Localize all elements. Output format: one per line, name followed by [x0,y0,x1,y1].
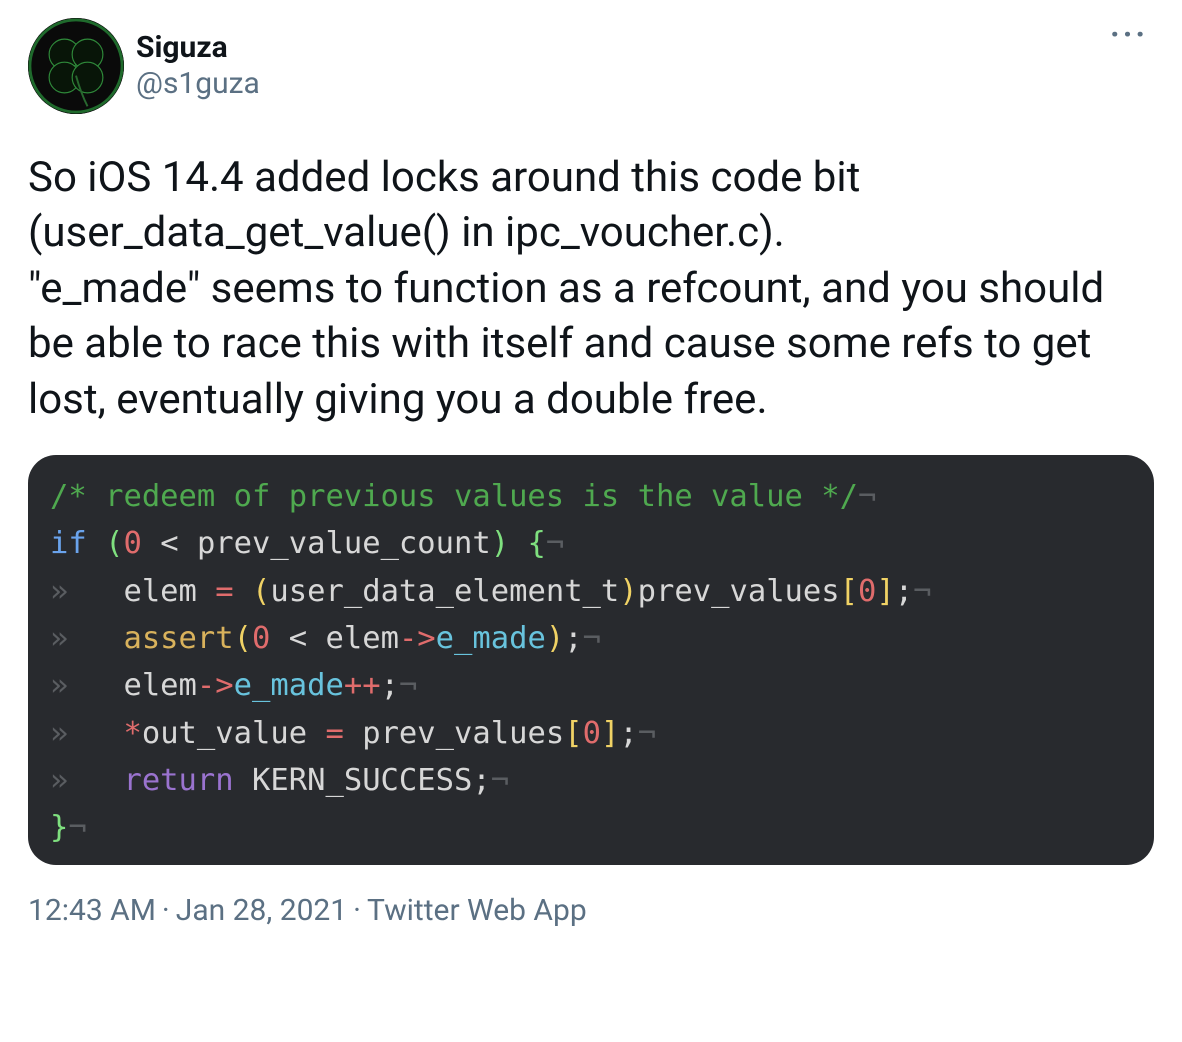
code-line-8: }¬ [50,804,1132,851]
tweet-time[interactable]: 12:43 AM [28,893,156,928]
avatar-image [28,18,124,114]
user-block[interactable]: Siguza @s1guza [28,18,260,114]
separator-dot: · [156,893,176,928]
code-line-1: /* redeem of previous values is the valu… [50,473,1132,520]
code-line-6: » *out_value = prev_values[0];¬ [50,710,1132,757]
more-button[interactable]: ··· [1104,24,1154,44]
separator-dot: · [347,893,367,928]
code-line-4: » assert(0 < elem->e_made);¬ [50,615,1132,662]
display-name[interactable]: Siguza [136,30,260,66]
code-line-3: » elem = (user_data_element_t)prev_value… [50,568,1132,615]
avatar[interactable] [28,18,124,114]
tweet-header: Siguza @s1guza ··· [28,18,1154,114]
code-line-5: » elem->e_made++;¬ [50,662,1132,709]
user-handle[interactable]: @s1guza [136,66,260,102]
code-line-2: if (0 < prev_value_count) {¬ [50,520,1132,567]
tweet-meta: 12:43 AM·Jan 28, 2021·Twitter Web App [28,893,1154,928]
tweet-text: So iOS 14.4 added locks around this code… [28,150,1154,427]
code-line-7: » return KERN_SUCCESS;¬ [50,757,1132,804]
code-snippet: /* redeem of previous values is the valu… [28,455,1154,865]
tweet-source[interactable]: Twitter Web App [367,893,587,928]
tweet-date[interactable]: Jan 28, 2021 [176,893,347,928]
user-names: Siguza @s1guza [136,30,260,102]
